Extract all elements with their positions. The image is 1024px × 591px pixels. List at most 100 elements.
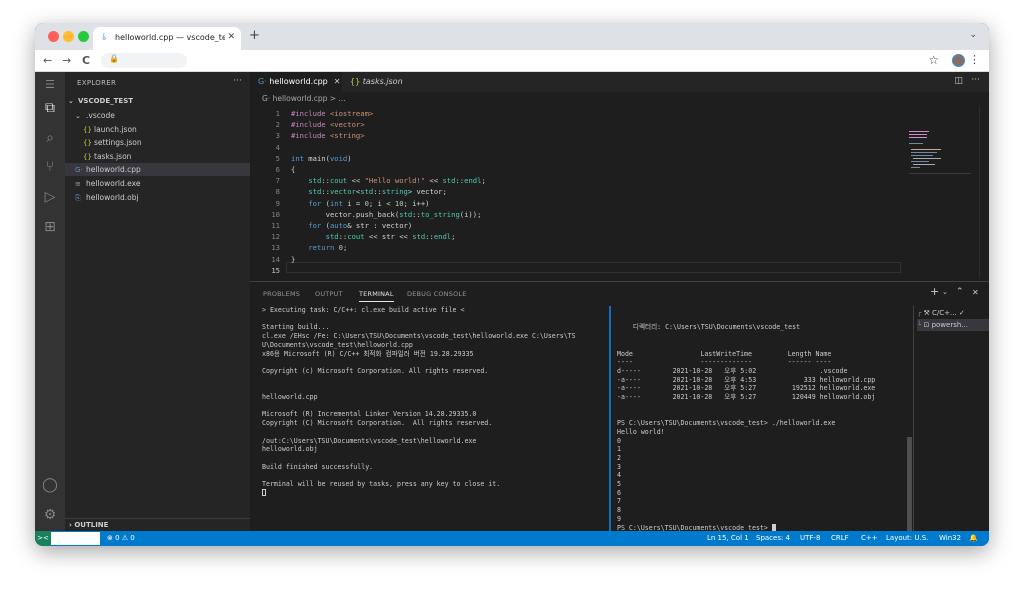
lock-icon: 🔒: [109, 54, 119, 63]
code-line: std::vector<std::string> vector;: [308, 187, 447, 197]
close-icon[interactable]: ✕: [334, 77, 341, 86]
explorer-title: EXPLORER: [77, 79, 117, 87]
tools-icon: ⚒: [923, 309, 930, 317]
file-tree-label: helloworld.obj: [86, 192, 139, 202]
menu-icon[interactable]: ☰: [41, 76, 59, 94]
tab-debug-console[interactable]: DEBUG CONSOLE: [407, 290, 467, 298]
terminal-cursor: [771, 523, 776, 531]
cpp-file-icon: G·: [258, 77, 267, 86]
terminal-build-output[interactable]: > Executing task: C/C++: cl.exe build ac…: [262, 306, 607, 532]
browser-menu-icon[interactable]: ⋮: [969, 53, 980, 66]
minimap[interactable]: [909, 106, 975, 278]
file-tree-item[interactable]: {} launch.json: [65, 123, 250, 136]
code-line: #include <iostream>: [291, 109, 374, 118]
terminal-list-item-powershell[interactable]: └ ⊡ powersh...: [917, 319, 989, 331]
line-number: 10: [271, 209, 280, 219]
browser-tab-title: helloworld.cpp — vscode_test: [115, 33, 225, 42]
close-panel-icon[interactable]: ✕: [972, 288, 979, 297]
encoding[interactable]: UTF-8: [800, 531, 820, 546]
back-button[interactable]: ←: [43, 54, 52, 67]
bottom-panel: PROBLEMS OUTPUT TERMINAL DEBUG CONSOLE +…: [250, 281, 989, 532]
tab-problems[interactable]: PROBLEMS: [263, 290, 300, 298]
close-window-button[interactable]: [48, 31, 59, 42]
code-line: for (auto& str : vector): [308, 221, 413, 230]
file-icon: G·: [75, 166, 83, 175]
terminal-list-label: powersh...: [931, 321, 968, 329]
maximize-panel-icon[interactable]: ⌃: [956, 287, 964, 297]
terminal-list-item-task[interactable]: ┌ ⚒ C/C+... ✓: [917, 307, 989, 319]
terminal-scrollbar[interactable]: [907, 437, 912, 532]
file-icon: {}: [83, 125, 92, 134]
line-number: 8: [275, 187, 280, 197]
tab-output[interactable]: OUTPUT: [315, 290, 343, 298]
reload-button[interactable]: C: [82, 54, 90, 67]
zoom-window-button[interactable]: [78, 31, 89, 42]
line-number: 2: [275, 120, 280, 130]
bookmark-star-icon[interactable]: ☆: [928, 53, 939, 67]
language-mode[interactable]: C++: [861, 531, 878, 546]
source-control-icon[interactable]: ⑂: [41, 158, 59, 176]
code-line: #include <string>: [291, 131, 365, 141]
minimize-window-button[interactable]: [63, 31, 74, 42]
remote-indicator[interactable]: ><: [35, 531, 51, 546]
file-tree-item[interactable]: {} tasks.json: [65, 150, 250, 163]
forward-button[interactable]: →: [62, 54, 71, 67]
new-terminal-icon[interactable]: +: [930, 285, 939, 298]
tab-search-icon[interactable]: ⌄: [969, 30, 977, 40]
file-tree-item[interactable]: {} settings.json: [65, 136, 250, 149]
split-editor-icon[interactable]: ◫: [954, 76, 963, 86]
account-icon[interactable]: ◯: [41, 476, 59, 494]
tab-tasks-json[interactable]: {} tasks.json: [342, 72, 422, 92]
tab-helloworld-cpp[interactable]: G· helloworld.cpp ✕: [250, 72, 342, 92]
terminal-powershell[interactable]: 디렉터리: C:\Users\TSU\Documents\vscode_test…: [617, 306, 907, 532]
tree-line: └: [917, 321, 922, 329]
browser-tab[interactable]: ⫰ helloworld.cpp — vscode_test ✕: [93, 27, 241, 50]
vscode-tab-icon: ⫰: [102, 33, 106, 43]
code-line: vector.push_back(std::to_string(i));: [291, 209, 482, 219]
problems-count[interactable]: ⊗ 0 ⚠ 0: [107, 531, 135, 546]
browser-window: ⫰ helloworld.cpp — vscode_test ✕ + ⌄ ← →…: [35, 23, 989, 546]
settings-gear-icon[interactable]: ⚙: [41, 506, 59, 524]
folder-root-label: VSCODE_TEST: [78, 97, 134, 105]
outline-section[interactable]: › OUTLINE: [65, 518, 250, 531]
file-tree-item[interactable]: ⌄ .vscode: [65, 109, 250, 122]
editor-scrollbar[interactable]: [979, 106, 989, 278]
terminal-split-divider[interactable]: [609, 306, 611, 532]
editor-more-icon[interactable]: ···: [971, 75, 980, 85]
platform[interactable]: Win32: [939, 531, 961, 546]
explorer-icon[interactable]: ⧉: [41, 99, 59, 117]
folder-root[interactable]: ⌄ VSCODE_TEST: [65, 95, 250, 108]
code-line: #include <vector>: [291, 120, 365, 130]
terminal-list-label: C/C+...: [931, 309, 957, 317]
profile-avatar[interactable]: [952, 54, 965, 67]
run-debug-icon[interactable]: ▷: [41, 188, 59, 206]
line-number: 4: [275, 142, 280, 152]
indentation[interactable]: Spaces: 4: [756, 531, 790, 546]
search-icon[interactable]: ⌕: [41, 129, 59, 147]
line-number: 1: [275, 109, 280, 118]
notifications-bell-icon[interactable]: 🔔: [969, 531, 978, 546]
outline-label: OUTLINE: [74, 521, 109, 529]
line-ending[interactable]: CRLF: [831, 531, 849, 546]
editor-tab-bar: G· helloworld.cpp ✕ {} tasks.json ◫ ···: [250, 72, 989, 92]
activity-bar: ☰ ⧉ ⌕ ⑂ ▷ ⊞ ◯ ⚙: [35, 72, 65, 531]
file-tree-item[interactable]: ≡ helloworld.exe: [65, 177, 250, 190]
code-editor[interactable]: 1 #include <iostream> 2 #include <vector> 3 #…: [250, 106, 910, 278]
keyboard-layout[interactable]: Layout: U.S.: [886, 531, 928, 546]
tab-terminal[interactable]: TERMINAL: [359, 290, 394, 302]
file-tree-item[interactable]: ⎘ helloworld.obj: [65, 191, 250, 204]
chevron-down-icon[interactable]: ⌄: [942, 288, 948, 296]
extensions-icon[interactable]: ⊞: [41, 218, 59, 236]
line-number: 14: [271, 254, 280, 264]
tab-label: helloworld.cpp: [269, 77, 328, 86]
close-tab-icon[interactable]: ✕: [227, 32, 235, 42]
line-number: 12: [271, 232, 280, 242]
breadcrumb[interactable]: G· helloworld.cpp > ...: [250, 92, 989, 106]
code-line: }: [291, 254, 296, 264]
cursor-position[interactable]: Ln 15, Col 1: [707, 531, 749, 546]
new-tab-button[interactable]: +: [249, 28, 260, 43]
line-number: 5: [275, 153, 280, 163]
explorer-more-icon[interactable]: ···: [233, 76, 242, 86]
file-tree-item[interactable]: G· helloworld.cpp: [65, 163, 250, 177]
status-search-box[interactable]: [51, 532, 100, 545]
